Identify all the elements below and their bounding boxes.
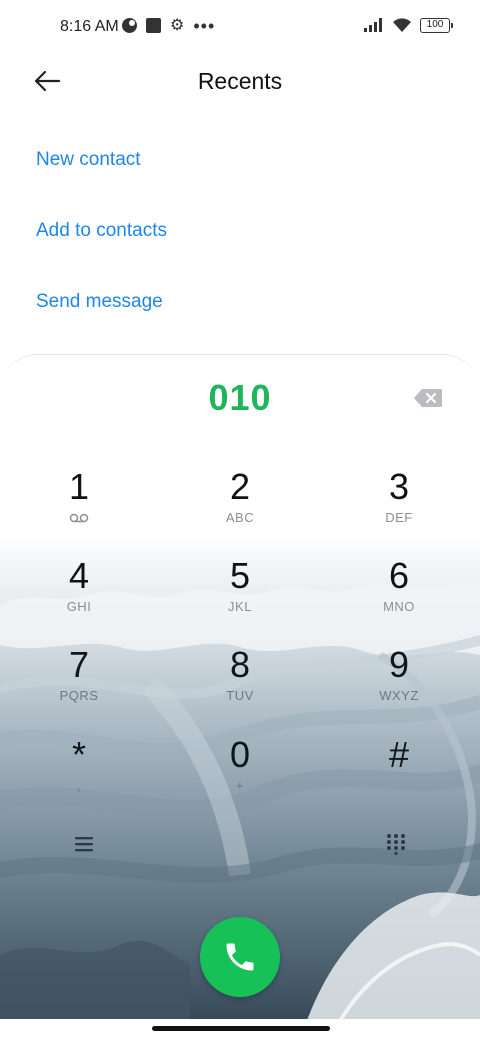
dialer-panel: 010 1 2 ABC 3 DEF 4 GHI 5 JKL 6 MNO 7 PQ… xyxy=(0,354,480,1040)
key-hash[interactable]: # xyxy=(344,735,454,815)
key-star[interactable]: * , xyxy=(24,735,134,815)
key-digit: # xyxy=(388,734,410,775)
header: Recents xyxy=(0,56,480,108)
key-digit: * xyxy=(71,734,86,775)
key-4[interactable]: 4 GHI xyxy=(24,556,134,636)
data-saver-icon xyxy=(122,18,137,33)
voicemail-icon xyxy=(69,513,89,523)
more-dots-icon: ••• xyxy=(193,15,216,36)
key-digit: 1 xyxy=(68,466,90,507)
key-letters: , xyxy=(76,778,82,793)
key-1[interactable]: 1 xyxy=(24,467,134,547)
key-letters: GHI xyxy=(66,599,92,614)
phone-icon xyxy=(226,943,254,971)
menu-icon xyxy=(75,837,93,852)
key-letters: + xyxy=(235,778,245,793)
key-digit: 0 xyxy=(229,734,251,775)
key-digit: 9 xyxy=(388,644,410,685)
key-0[interactable]: 0 + xyxy=(185,735,295,815)
send-message-link[interactable]: Send message xyxy=(36,291,163,313)
key-digit: 3 xyxy=(388,466,410,507)
backspace-button[interactable] xyxy=(414,388,442,408)
status-time: 8:16 AM xyxy=(60,18,119,35)
key-8[interactable]: 8 TUV xyxy=(185,645,295,725)
key-2[interactable]: 2 ABC xyxy=(185,467,295,547)
key-digit: 4 xyxy=(68,555,90,596)
new-contact-link[interactable]: New contact xyxy=(36,149,141,171)
dialpad-grid-icon xyxy=(387,834,405,856)
status-icons-right: 100 xyxy=(364,17,453,33)
key-letters: MNO xyxy=(383,599,415,614)
key-digit: 8 xyxy=(229,644,251,685)
key-digit: 2 xyxy=(229,466,251,507)
add-to-contacts-link[interactable]: Add to contacts xyxy=(36,220,167,242)
square-notification-icon xyxy=(146,18,161,33)
key-letters: PQRS xyxy=(59,688,99,703)
key-letters: TUV xyxy=(226,688,254,703)
status-bar: 8:16 AM ⚙ ••• 100 xyxy=(0,0,480,56)
wifi-icon xyxy=(393,18,411,32)
call-button[interactable] xyxy=(200,917,280,997)
key-digit: 6 xyxy=(388,555,410,596)
status-icons-left: ⚙ ••• xyxy=(122,15,216,36)
gear-icon: ⚙ xyxy=(170,17,185,34)
backspace-icon xyxy=(414,389,442,407)
key-6[interactable]: 6 MNO xyxy=(344,556,454,636)
signal-icon xyxy=(364,18,382,32)
key-5[interactable]: 5 JKL xyxy=(185,556,295,636)
page-title: Recents xyxy=(197,68,283,94)
key-letters: JKL xyxy=(228,599,252,614)
key-3[interactable]: 3 DEF xyxy=(344,467,454,547)
dialed-number: 010 xyxy=(208,377,272,418)
key-digit: 7 xyxy=(68,644,90,685)
key-digit: 5 xyxy=(229,555,251,596)
dialpad-toggle-button[interactable] xyxy=(385,833,407,856)
key-letters: WXYZ xyxy=(379,688,419,703)
menu-button[interactable] xyxy=(72,833,98,855)
home-indicator[interactable] xyxy=(152,1026,330,1031)
battery-icon: 100 xyxy=(420,17,453,33)
key-letters: ABC xyxy=(225,510,255,525)
key-7[interactable]: 7 PQRS xyxy=(24,645,134,725)
key-letters: DEF xyxy=(385,510,413,525)
key-9[interactable]: 9 WXYZ xyxy=(344,645,454,725)
